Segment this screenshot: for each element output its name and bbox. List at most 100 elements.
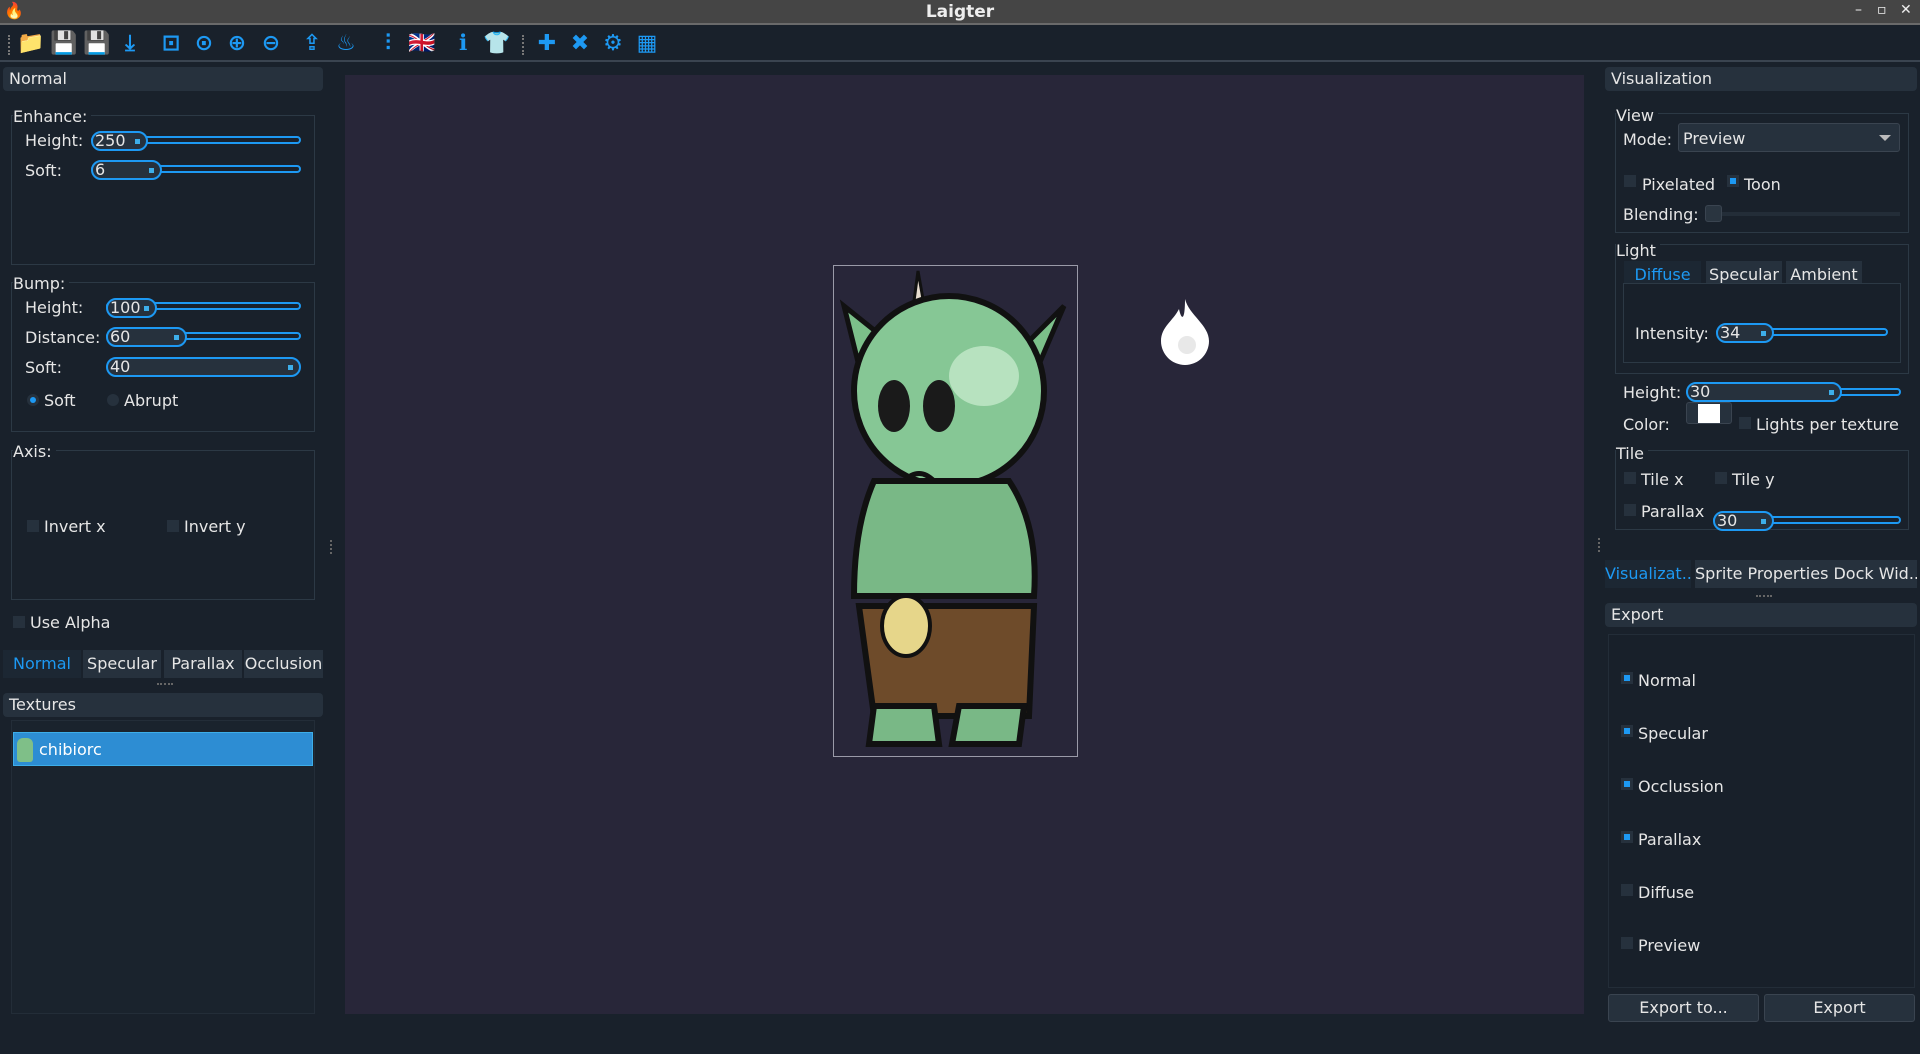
settings-sliders-icon[interactable]: ⫶: [375, 31, 401, 57]
toon-checkbox[interactable]: [1727, 175, 1739, 187]
blending-slider[interactable]: [1710, 212, 1900, 216]
tile-y-checkbox[interactable]: [1715, 472, 1727, 484]
sprite-canvas[interactable]: [345, 75, 1584, 1014]
tab-specular[interactable]: Specular: [83, 650, 161, 678]
textures-list: chibiorc: [11, 720, 315, 1014]
pixelated-checkbox[interactable]: [1624, 175, 1636, 187]
dock-tab-sprite-properties[interactable]: Sprite Properties Dock Wid..: [1695, 560, 1917, 588]
invert-y-label: Invert y: [184, 517, 246, 536]
tab-occlusion[interactable]: Occlusion: [244, 650, 323, 678]
splitter-handle[interactable]: [1598, 538, 1600, 552]
abrupt-radio[interactable]: [107, 394, 119, 406]
lights-per-texture-checkbox[interactable]: [1739, 417, 1751, 429]
parallax-checkbox[interactable]: [1624, 504, 1636, 516]
light-title: Light: [1616, 241, 1660, 260]
add-light-icon[interactable]: ♨: [333, 31, 359, 57]
plugin-settings-icon[interactable]: ⚙: [600, 31, 626, 57]
texture-name: chibiorc: [39, 740, 102, 759]
zoom-out-icon[interactable]: ⊖: [258, 31, 284, 57]
bump-soft-slider[interactable]: 40: [106, 357, 301, 377]
textures-dock-header: Textures: [3, 693, 323, 717]
enhance-title: Enhance:: [13, 107, 92, 126]
bump-height-label: Height:: [25, 298, 84, 317]
bump-distance-handle[interactable]: 60: [106, 327, 187, 347]
bump-distance-label: Distance:: [25, 328, 101, 347]
tile-title: Tile: [1616, 444, 1649, 463]
export-button[interactable]: Export: [1764, 994, 1915, 1022]
export-normal-checkbox[interactable]: [1621, 672, 1633, 684]
bump-height-handle[interactable]: 100: [106, 298, 157, 318]
title-bar: 🔥 Laigter – ▫ ✕: [0, 0, 1920, 25]
use-alpha-label: Use Alpha: [30, 613, 111, 632]
bump-title: Bump:: [13, 274, 70, 293]
chibiorc-sprite: [839, 270, 1067, 747]
zoom-in-icon[interactable]: ⊕: [224, 31, 250, 57]
close-button[interactable]: ✕: [1900, 2, 1912, 18]
export-parallax-checkbox[interactable]: [1621, 831, 1633, 843]
tab-normal[interactable]: Normal: [3, 650, 81, 678]
blending-handle[interactable]: [1705, 205, 1722, 222]
mode-select[interactable]: Preview: [1678, 123, 1900, 152]
enhance-height-handle[interactable]: 250: [91, 131, 148, 151]
color-picker-button[interactable]: [1686, 402, 1732, 424]
export-to-button[interactable]: Export to...: [1608, 994, 1759, 1022]
mode-label: Mode:: [1623, 130, 1672, 149]
zoom-100-icon[interactable]: ⊙: [191, 31, 217, 57]
invert-y-checkbox[interactable]: [167, 520, 179, 532]
export-specular-checkbox[interactable]: [1621, 725, 1633, 737]
maximize-button[interactable]: ▫: [1877, 2, 1887, 18]
enhance-soft-handle[interactable]: 6: [91, 160, 162, 180]
soft-radio[interactable]: [27, 394, 39, 406]
export-item-label: Parallax: [1638, 830, 1702, 849]
parallax-handle[interactable]: 30: [1713, 511, 1774, 531]
import-icon[interactable]: ⤓: [117, 31, 143, 57]
soft-radio-label: Soft: [44, 391, 76, 410]
value: 6: [95, 160, 106, 179]
open-icon[interactable]: 📁: [17, 31, 44, 57]
use-alpha-checkbox[interactable]: [13, 616, 25, 628]
plugin-remove-icon[interactable]: ✖: [567, 31, 593, 57]
export-item-label: Preview: [1638, 936, 1701, 955]
texture-item-chibiorc[interactable]: chibiorc: [13, 732, 313, 766]
chevron-down-icon: [1879, 135, 1891, 147]
shirt-icon[interactable]: 👕: [483, 31, 510, 57]
export-diffuse-checkbox[interactable]: [1621, 884, 1633, 896]
dock-tab-visualization[interactable]: Visualizat..: [1605, 560, 1691, 588]
minimize-button[interactable]: –: [1855, 2, 1862, 18]
export-icon[interactable]: ⇪: [299, 31, 325, 57]
language-flag-icon[interactable]: 🇬🇧: [408, 31, 435, 57]
tab-parallax[interactable]: Parallax: [164, 650, 242, 678]
plugin-add-icon[interactable]: ✚: [534, 31, 560, 57]
blending-label: Blending:: [1623, 205, 1699, 224]
axis-title: Axis:: [13, 442, 56, 461]
export-dock-header: Export: [1605, 603, 1917, 627]
toolbar-grip[interactable]: [522, 35, 526, 55]
export-preview-checkbox[interactable]: [1621, 937, 1633, 949]
value: 60: [110, 327, 131, 346]
light-height-label: Height:: [1623, 383, 1682, 402]
info-icon[interactable]: ℹ: [450, 31, 476, 57]
light-height-handle[interactable]: 30: [1686, 382, 1842, 402]
export-item-label: Normal: [1638, 671, 1696, 690]
export-item-label: Diffuse: [1638, 883, 1695, 902]
resize-grip[interactable]: [1756, 595, 1772, 597]
tile-x-label: Tile x: [1641, 470, 1684, 489]
resize-grip[interactable]: [157, 683, 173, 685]
save-as-icon[interactable]: 💾: [83, 31, 110, 57]
texture-thumbnail-icon: [17, 738, 33, 762]
splitter-handle[interactable]: [330, 540, 332, 554]
export-occlussion-checkbox[interactable]: [1621, 778, 1633, 790]
save-icon[interactable]: 💾: [50, 31, 77, 57]
zoom-fit-icon[interactable]: ⊡: [158, 31, 184, 57]
value: 40: [110, 357, 131, 376]
toolbar-grip[interactable]: [8, 35, 12, 55]
light-source-icon[interactable]: [1157, 297, 1213, 365]
intensity-handle[interactable]: 34: [1716, 323, 1774, 343]
tile-x-checkbox[interactable]: [1624, 472, 1636, 484]
enhance-soft-label: Soft:: [25, 161, 62, 180]
invert-x-checkbox[interactable]: [27, 520, 39, 532]
value: 100: [110, 298, 141, 317]
value: 30: [1690, 382, 1711, 401]
tile-y-label: Tile y: [1732, 470, 1775, 489]
tileset-icon[interactable]: ▦: [634, 31, 660, 57]
